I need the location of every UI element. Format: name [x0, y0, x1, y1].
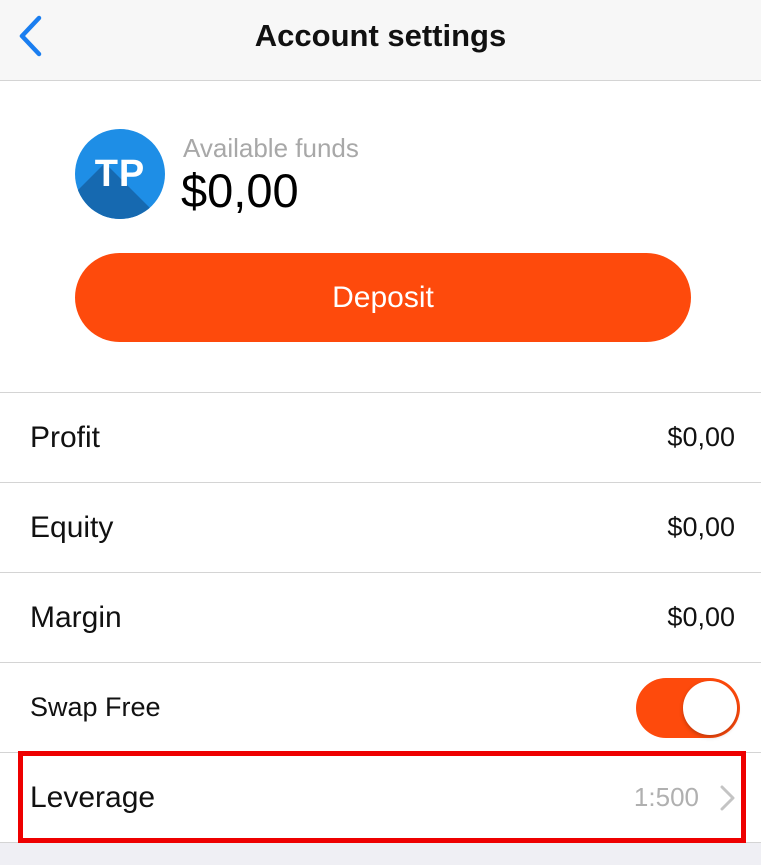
- avatar: TP: [75, 129, 165, 219]
- available-funds-value: $0,00: [181, 164, 299, 217]
- profit-value: $0,00: [667, 422, 735, 452]
- profit-label: Profit: [30, 420, 101, 454]
- available-funds-label: Available funds: [183, 133, 359, 163]
- account-settings-list: Profit $0,00 Equity $0,00 Margin $0,00 S…: [0, 392, 761, 843]
- avatar-initials: TP: [94, 152, 146, 195]
- leverage-value: 1:500: [633, 782, 699, 812]
- margin-label: Margin: [30, 600, 122, 634]
- chevron-right-icon: [720, 785, 735, 811]
- equity-value: $0,00: [667, 512, 735, 542]
- bottom-background: [0, 843, 761, 865]
- leverage-row[interactable]: Leverage 1:500: [0, 753, 761, 843]
- account-summary: TP Available funds $0,00 Deposit: [0, 81, 761, 393]
- nav-bar: Account settings: [0, 0, 761, 81]
- leverage-label: Leverage: [30, 780, 156, 814]
- profit-row: Profit $0,00: [0, 393, 761, 483]
- swap-free-label: Swap Free: [30, 692, 161, 722]
- toggle-knob: [683, 681, 737, 735]
- swap-free-row: Swap Free: [0, 663, 761, 753]
- swap-free-toggle[interactable]: [636, 678, 740, 738]
- margin-row: Margin $0,00: [0, 573, 761, 663]
- page-title: Account settings: [254, 18, 507, 53]
- equity-label: Equity: [30, 510, 114, 544]
- deposit-button[interactable]: Deposit: [75, 253, 691, 342]
- margin-value: $0,00: [667, 602, 735, 632]
- equity-row: Equity $0,00: [0, 483, 761, 573]
